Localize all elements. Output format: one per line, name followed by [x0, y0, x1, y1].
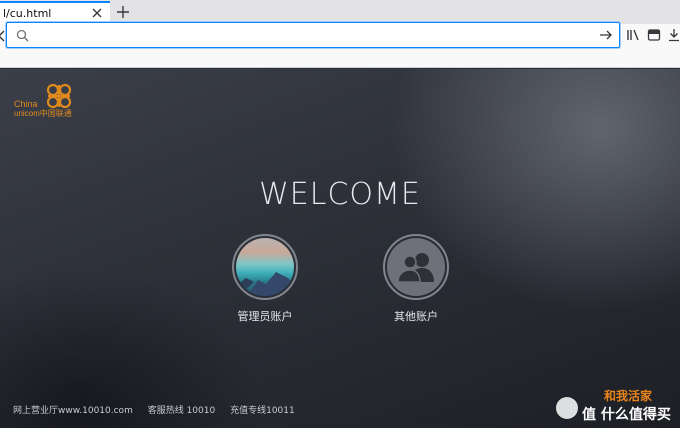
welcome-heading: WELCOME — [259, 177, 421, 212]
admin-avatar[interactable] — [232, 234, 298, 300]
download-icon[interactable] — [667, 28, 680, 42]
admin-account-tile[interactable]: 管理员账户 — [205, 234, 325, 324]
other-account-tile[interactable]: 其他账户 — [356, 234, 476, 324]
tab-strip: l/cu.html — [0, 0, 680, 24]
admin-account-label[interactable]: 管理员账户 — [205, 308, 325, 324]
watermark-top-text: 和我活家 — [604, 389, 653, 403]
login-page: China unicom中国联通 WELCOME 管理员账户 其他账户 网上营业… — [0, 69, 680, 428]
close-icon[interactable] — [90, 6, 104, 20]
search-icon — [16, 29, 29, 42]
browser-chrome: l/cu.html — [0, 0, 680, 68]
other-account-label[interactable]: 其他账户 — [356, 308, 476, 324]
footer-website: 网上营业厅www.10010.com — [13, 406, 133, 416]
sidebar-icon[interactable] — [647, 28, 661, 42]
other-avatar[interactable] — [383, 234, 449, 300]
logo-text-unicom: unicom中国联通 — [14, 109, 72, 118]
mountain-shape — [236, 272, 294, 296]
china-unicom-logo: China unicom中国联通 — [12, 81, 82, 121]
watermark: 和我活家 值 什么值得买 — [556, 387, 676, 427]
landscape-avatar-icon — [236, 238, 294, 296]
library-icon[interactable] — [626, 28, 640, 42]
unicom-knot-icon — [46, 83, 72, 109]
footer-recharge: 充值专线10011 — [230, 406, 295, 416]
watermark-logo-icon — [556, 397, 578, 419]
url-input[interactable] — [37, 26, 597, 44]
users-icon — [387, 238, 445, 296]
tab-title: l/cu.html — [3, 7, 52, 20]
browser-tab[interactable]: l/cu.html — [0, 1, 110, 24]
users-silhouette — [397, 253, 434, 283]
arrow-right-icon[interactable] — [599, 28, 613, 42]
plus-icon[interactable] — [114, 3, 132, 21]
watermark-bottom-text: 值 什么值得买 — [582, 407, 671, 423]
address-bar[interactable] — [6, 22, 620, 48]
footer-info: 网上营业厅www.10010.com 客服热线 10010 充值专线10011 — [13, 403, 307, 416]
footer-hotline: 客服热线 10010 — [147, 406, 216, 416]
